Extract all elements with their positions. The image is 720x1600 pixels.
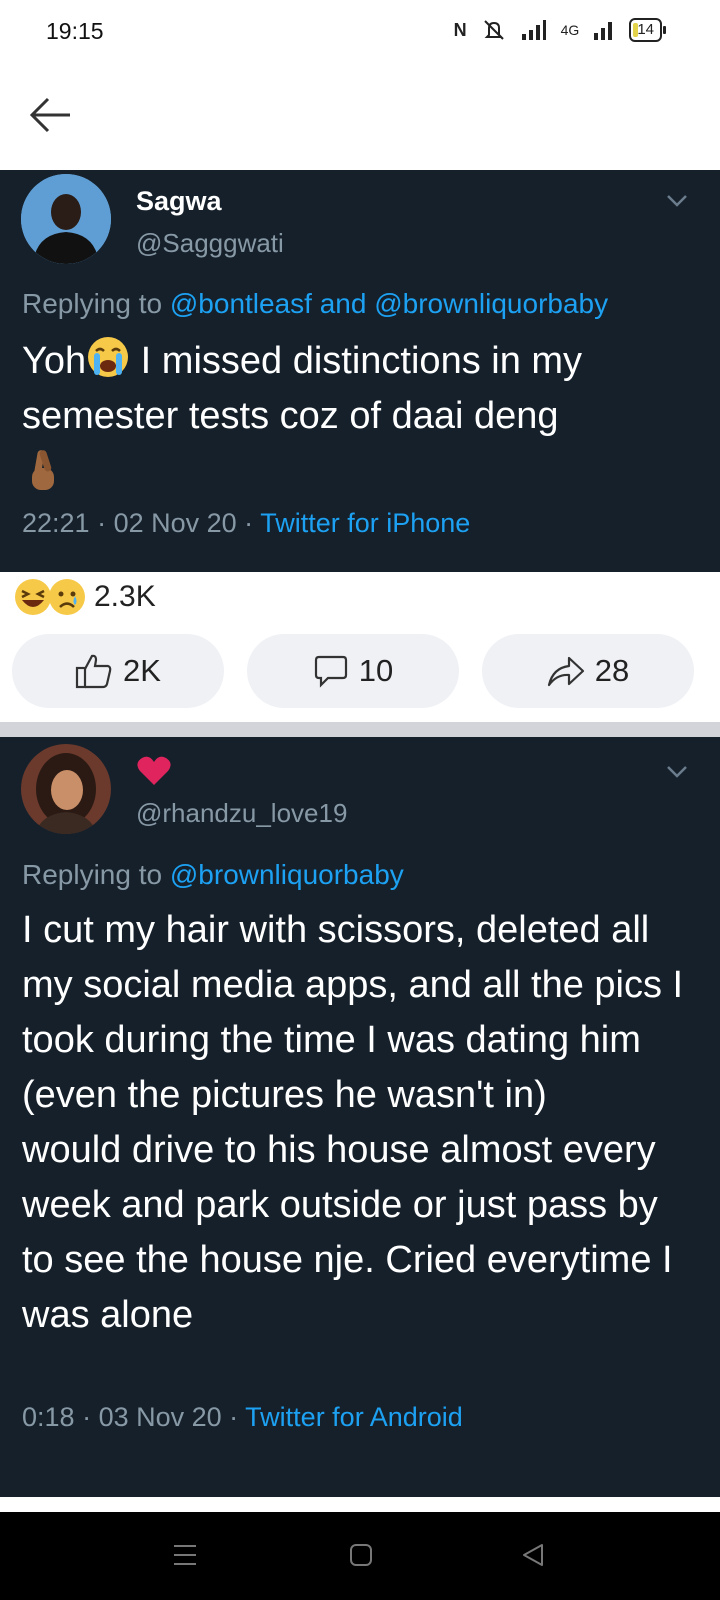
next-reactions-strip (0, 1497, 720, 1512)
back-nav-icon[interactable] (520, 1542, 546, 1568)
section-divider (0, 722, 720, 738)
comment-button[interactable]: 10 (247, 634, 459, 708)
username[interactable]: @rhandzu_love19 (136, 798, 347, 829)
tweet-card[interactable]: @rhandzu_love19 Replying to @brownliquor… (0, 737, 720, 1497)
display-name[interactable]: Sagwa (136, 186, 222, 217)
avatar-image (21, 744, 111, 834)
tweet-text-start: Yoh (22, 340, 87, 382)
share-count: 28 (594, 653, 630, 688)
crying-face-emoji-icon (88, 337, 129, 377)
tweet-meta: 0:18 · 03 Nov 20 · Twitter for Android (22, 1402, 463, 1432)
chevron-down-icon[interactable] (666, 194, 688, 208)
mention-link[interactable]: @brownliquorbaby (170, 859, 404, 890)
tweet-date: 03 Nov 20 (98, 1402, 222, 1432)
replying-prefix: Replying to (22, 859, 170, 890)
nfc-icon: N (453, 19, 467, 40)
like-count: 2K (123, 653, 161, 688)
avatar[interactable] (21, 744, 111, 834)
sad-emoji-icon (49, 579, 85, 615)
reaction-count: 2.3K (94, 580, 156, 613)
share-icon (547, 656, 584, 687)
avatar[interactable] (21, 174, 111, 264)
replying-prefix: Replying to (22, 288, 170, 319)
comment-icon (314, 655, 347, 688)
chevron-down-icon[interactable] (666, 765, 688, 779)
crossed-fingers-emoji-icon (32, 450, 54, 490)
laughing-emoji-icon (15, 579, 51, 615)
tweet-meta: 22:21 · 02 Nov 20 · Twitter for iPhone (22, 508, 471, 538)
thumbs-up-icon (75, 654, 112, 689)
battery-indicator: 14 (629, 18, 666, 42)
tweet-time: 22:21 (22, 508, 90, 538)
share-button[interactable]: 28 (482, 634, 694, 708)
tweet-source[interactable]: Twitter for Android (245, 1402, 463, 1432)
heart-icon (137, 756, 171, 785)
tweet-text: Yoh I missed distinctions in my semester… (22, 334, 692, 508)
menu-icon[interactable] (172, 1542, 198, 1568)
replying-to: Replying to @bontleasf and @brownliquorb… (22, 288, 608, 320)
tweet-date: 02 Nov 20 (113, 508, 237, 538)
tweet-card[interactable]: Sagwa @Sagggwati Replying to @bontleasf … (0, 170, 720, 572)
username[interactable]: @Sagggwati (136, 228, 284, 259)
status-time: 19:15 (46, 18, 104, 44)
reply-conjunction: and (311, 288, 375, 319)
home-icon[interactable] (348, 1542, 374, 1568)
mention-link[interactable]: @brownliquorbaby (374, 288, 608, 319)
avatar-image (21, 174, 111, 264)
network-type: 4G (560, 22, 580, 38)
system-nav-bar (0, 1512, 720, 1600)
signal-icon (521, 20, 546, 40)
reactions-summary[interactable]: 2.3K (14, 578, 156, 616)
back-arrow-icon[interactable] (28, 95, 74, 135)
tweet-text: I cut my hair with scissors, deleted all… (22, 909, 684, 1336)
tweet-time: 0:18 (22, 1402, 75, 1432)
tweet-source[interactable]: Twitter for iPhone (260, 508, 470, 538)
mute-icon (483, 20, 504, 40)
status-icons: N 4G 14 (453, 18, 666, 42)
comment-count: 10 (358, 653, 394, 688)
signal-4g-icon (594, 22, 613, 40)
like-button[interactable]: 2K (12, 634, 224, 708)
replying-to: Replying to @brownliquorbaby (22, 859, 404, 891)
mention-link[interactable]: @bontleasf (170, 288, 312, 319)
